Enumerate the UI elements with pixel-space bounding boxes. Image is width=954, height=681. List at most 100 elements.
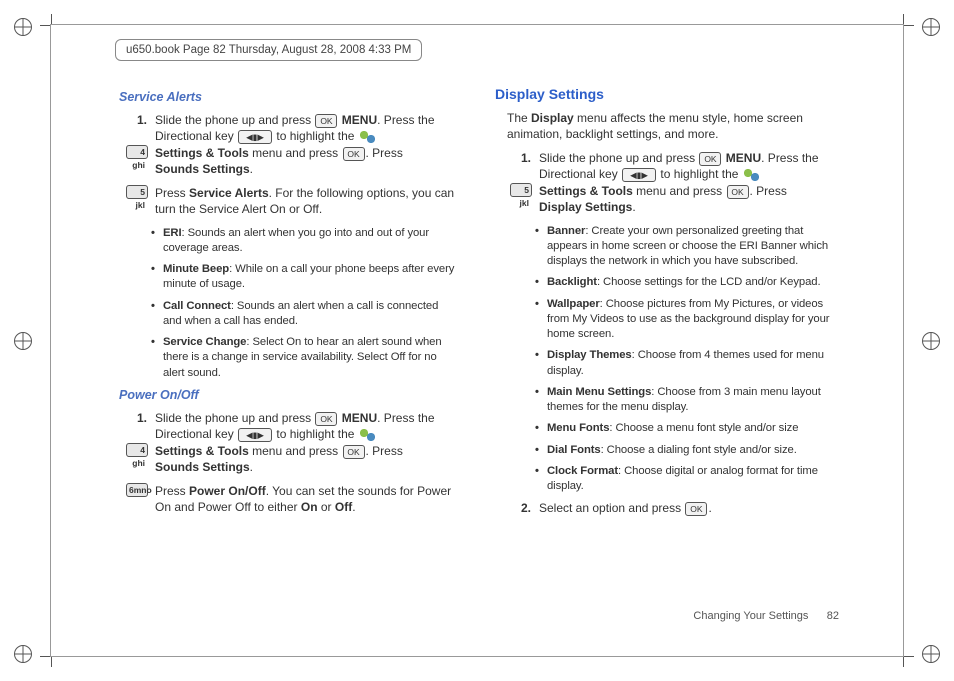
intro-text: Display: [531, 111, 574, 125]
display-settings-steps: 1. Slide the phone up and press OK MENU.…: [521, 150, 843, 215]
step-text: menu and press: [249, 146, 342, 160]
step-text: On: [301, 500, 318, 514]
footer-section: Changing Your Settings: [693, 610, 808, 622]
key-4-icon: 4 ghi: [126, 443, 148, 457]
list-item: Wallpaper: Choose pictures from My Pictu…: [537, 297, 843, 343]
step-text: Press: [155, 186, 189, 200]
step-text: Off: [335, 500, 352, 514]
dpad-key-icon: ◀▮▶: [238, 130, 272, 144]
page-header-meta: u650.book Page 82 Thursday, August 28, 2…: [115, 39, 422, 61]
step-text: . Press: [750, 184, 787, 198]
heading-service-alerts: Service Alerts: [119, 89, 459, 106]
step-text: to highlight the: [276, 129, 357, 143]
bullet-label: Menu Fonts: [547, 422, 609, 434]
step-text: Settings & Tools: [539, 184, 633, 198]
display-settings-steps-2: 2. Select an option and press OK.: [521, 500, 843, 516]
step-text: Slide the phone up and press: [539, 151, 698, 165]
list-item: Display Themes: Choose from 4 themes use…: [537, 348, 843, 379]
step-text: MENU: [726, 151, 761, 165]
list-item: Backlight: Choose settings for the LCD a…: [537, 275, 843, 290]
step-text: .: [708, 501, 711, 515]
list-item: 1. Slide the phone up and press OK MENU.…: [521, 150, 843, 215]
step-text: Display Settings: [539, 200, 632, 214]
step-text: Power On/Off: [189, 484, 266, 498]
bullet-label: Display Themes: [547, 349, 632, 361]
ok-key-icon: OK: [343, 147, 365, 161]
ok-key-icon: OK: [315, 412, 337, 426]
step-text: Service Alerts: [189, 186, 269, 200]
heading-power-onoff: Power On/Off: [119, 387, 459, 404]
step-text: Settings & Tools: [155, 444, 249, 458]
ok-key-icon: OK: [315, 114, 337, 128]
step-text: menu and press: [249, 444, 342, 458]
page-frame: u650.book Page 82 Thursday, August 28, 2…: [50, 24, 904, 657]
step-text: .: [250, 460, 253, 474]
intro-text: The: [507, 111, 531, 125]
step-text: Sounds Settings: [155, 460, 250, 474]
bullet-label: Wallpaper: [547, 298, 600, 310]
list-item: ERI: Sounds an alert when you go into an…: [153, 226, 459, 257]
step-text: to highlight the: [276, 427, 357, 441]
step-text: Press: [155, 484, 189, 498]
page-footer: Changing Your Settings 82: [693, 610, 839, 622]
settings-tools-icon: [742, 167, 760, 183]
key-5-icon: 5 jkl: [510, 183, 532, 197]
content-area: Service Alerts 1. Slide the phone up and…: [111, 85, 843, 616]
bullet-text: : Choose a menu font style and/or size: [609, 422, 798, 434]
bullet-text: : Choose settings for the LCD and/or Key…: [597, 276, 821, 288]
list-item: Dial Fonts: Choose a dialing font style …: [537, 443, 843, 458]
key-6-icon: 6mno: [126, 483, 148, 497]
settings-tools-icon: [358, 129, 376, 145]
dpad-key-icon: ◀▮▶: [238, 428, 272, 442]
settings-tools-icon: [358, 427, 376, 443]
display-settings-bullets: Banner: Create your own personalized gre…: [537, 224, 843, 495]
list-item: Menu Fonts: Choose a menu font style and…: [537, 421, 843, 436]
power-onoff-steps: 1. Slide the phone up and press OK MENU.…: [137, 410, 459, 516]
step-number: 1.: [509, 150, 531, 166]
dpad-key-icon: ◀▮▶: [622, 168, 656, 182]
bullet-text: : Choose a dialing font style and/or siz…: [601, 444, 797, 456]
list-item: 2. Select an option and press OK.: [521, 500, 843, 516]
bullet-label: Backlight: [547, 276, 597, 288]
service-alerts-steps: 1. Slide the phone up and press OK MENU.…: [137, 112, 459, 218]
intro-text: The Display menu affects the menu style,…: [507, 110, 843, 142]
bullet-label: Clock Format: [547, 465, 618, 477]
step-text: .: [352, 500, 355, 514]
step-text: .: [250, 162, 253, 176]
bullet-text: : Sounds an alert when you go into and o…: [163, 227, 429, 254]
step-text: . Press: [366, 146, 403, 160]
step-text: menu and press: [633, 184, 726, 198]
list-item: 1. Slide the phone up and press OK MENU.…: [137, 112, 459, 177]
list-item: Minute Beep: While on a call your phone …: [153, 262, 459, 293]
step-text: . Press: [366, 444, 403, 458]
bullet-label: Banner: [547, 225, 585, 237]
step-text: Select an option and press: [539, 501, 684, 515]
key-5-icon: 5 jkl: [126, 185, 148, 199]
step-text: Sounds Settings: [155, 162, 250, 176]
step-number: 1.: [125, 410, 147, 426]
bullet-label: Call Connect: [163, 300, 231, 312]
step-text: Settings & Tools: [155, 146, 249, 160]
ok-key-icon: OK: [343, 445, 365, 459]
bullet-label: Service Change: [163, 336, 246, 348]
step-text: Slide the phone up and press: [155, 411, 314, 425]
service-alerts-bullets: ERI: Sounds an alert when you go into an…: [153, 226, 459, 381]
ok-key-icon: OK: [727, 185, 749, 199]
left-column: Service Alerts 1. Slide the phone up and…: [111, 85, 459, 616]
step-text: Slide the phone up and press: [155, 113, 314, 127]
footer-page: 82: [827, 610, 839, 622]
bullet-text: : Create your own personalized greeting …: [547, 225, 828, 268]
list-item: 2. Press 6mno Power On/Off. You can set …: [137, 483, 459, 515]
list-item: 1. Slide the phone up and press OK MENU.…: [137, 410, 459, 475]
bullet-label: Dial Fonts: [547, 444, 601, 456]
registration-mark-icon: [14, 18, 32, 36]
step-text: or: [318, 500, 335, 514]
list-item: Call Connect: Sounds an alert when a cal…: [153, 299, 459, 330]
registration-mark-icon: [922, 18, 940, 36]
registration-mark-icon: [14, 645, 32, 663]
right-column: Display Settings The Display menu affect…: [495, 85, 843, 616]
ok-key-icon: OK: [699, 152, 721, 166]
step-number: 1.: [125, 112, 147, 128]
list-item: Main Menu Settings: Choose from 3 main m…: [537, 385, 843, 416]
ok-key-icon: OK: [685, 502, 707, 516]
